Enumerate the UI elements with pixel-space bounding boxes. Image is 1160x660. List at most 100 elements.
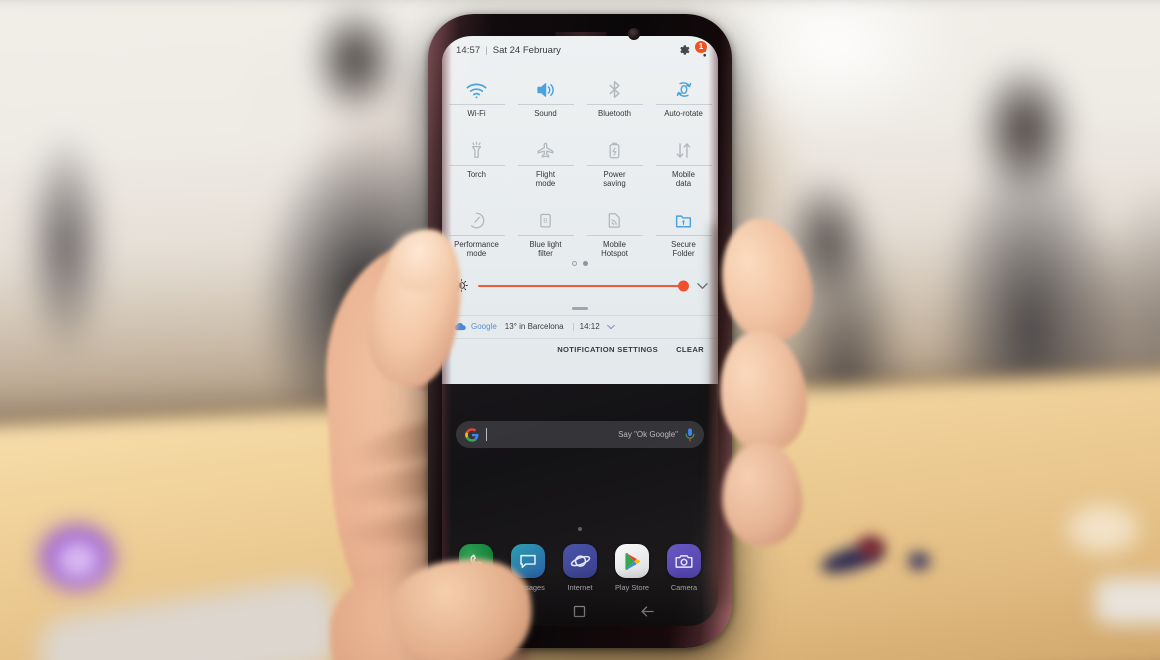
secure-folder-icon [674, 200, 693, 230]
svg-text:B: B [543, 217, 548, 224]
tile-blue-light-filter[interactable]: B Blue light filter [511, 195, 580, 259]
dock-app-label: Internet [567, 583, 593, 592]
wifi-icon [466, 69, 487, 99]
battery-icon [607, 130, 622, 160]
tile-label: Sound [534, 109, 557, 118]
tile-divider [586, 234, 643, 236]
clear-button[interactable]: CLEAR [676, 345, 704, 354]
table-highlight-blur [1068, 505, 1138, 553]
google-search-bar[interactable]: Say "Ok Google" [456, 421, 704, 448]
notification-time: 14:12 [579, 322, 600, 332]
quick-settings-page-dots [442, 260, 718, 266]
blue-light-icon: B [538, 200, 553, 230]
dock-app-play-store[interactable]: Play Store [609, 544, 655, 592]
quick-settings-panel: 14:57 | Sat 24 February 1 Wi-Fi Sound Bl… [442, 36, 718, 384]
tile-torch[interactable]: Torch [442, 125, 511, 189]
home-page-indicator [578, 527, 582, 531]
tile-divider [586, 164, 643, 166]
dock-app-internet[interactable]: Internet [557, 544, 603, 592]
tile-divider [448, 104, 505, 105]
tile-divider [655, 164, 712, 166]
phone-screen: 14:57 | Sat 24 February 1 Wi-Fi Sound Bl… [442, 36, 718, 626]
status-date: Sat 24 February [492, 44, 561, 56]
notification-google-weather[interactable]: Google 13° in Barcelona | 14:12 [442, 316, 718, 338]
google-g-icon [465, 427, 479, 442]
quick-settings-row-1: Wi-Fi Sound Bluetooth Auto-rotate [442, 64, 718, 119]
flashlight-icon [469, 130, 484, 160]
tile-divider [448, 234, 505, 236]
tile-divider [517, 104, 574, 105]
table-object-blur [858, 536, 884, 558]
tile-label: Torch [466, 169, 487, 179]
play-triangle-icon [615, 544, 649, 578]
quick-settings-row-2: Torch Flight mode Power saving Mobile da… [442, 125, 718, 189]
notification-badge: 1 [695, 41, 707, 53]
tile-secure-folder[interactable]: Secure Folder [649, 195, 718, 259]
tile-divider [655, 234, 712, 236]
tile-divider [586, 104, 643, 105]
gear-icon[interactable] [678, 44, 690, 56]
tile-label: Mobile data [672, 169, 695, 189]
table-object-blur [908, 552, 930, 570]
notification-text: 13° in Barcelona [504, 322, 564, 332]
brightness-thumb[interactable] [678, 280, 689, 292]
page-dot-inactive[interactable] [572, 260, 577, 266]
photo-scene: 14:57 | Sat 24 February 1 Wi-Fi Sound Bl… [0, 0, 1160, 660]
tile-divider [655, 104, 712, 105]
chevron-down-icon[interactable] [697, 282, 708, 290]
tile-mobile-data[interactable]: Mobile data [649, 125, 718, 189]
search-hint: Say "Ok Google" [618, 430, 678, 439]
tile-auto-rotate[interactable]: Auto-rotate [649, 64, 718, 119]
tile-label: Performance mode [454, 239, 499, 259]
purple-light-core [56, 540, 100, 580]
status-separator: | [485, 44, 488, 56]
dock-app-label: Camera [670, 583, 698, 592]
chevron-down-icon[interactable] [606, 324, 615, 330]
tile-bluetooth[interactable]: Bluetooth [580, 64, 649, 119]
bluetooth-icon [607, 69, 622, 99]
speedometer-icon [467, 200, 486, 230]
speaker-icon [535, 69, 556, 99]
camera-icon [667, 544, 701, 578]
tile-label: Power saving [603, 169, 626, 189]
status-time: 14:57 [456, 44, 481, 56]
tile-divider [517, 234, 574, 236]
earpiece-speaker [555, 32, 607, 36]
tile-label: Bluetooth [598, 109, 631, 118]
tile-label: Secure Folder [671, 239, 696, 259]
notification-settings-button[interactable]: NOTIFICATION SETTINGS [557, 345, 658, 354]
tile-wifi[interactable]: Wi-Fi [442, 64, 511, 119]
dock-app-label: Play Store [614, 583, 650, 592]
tile-divider [448, 164, 505, 166]
dock-app-camera[interactable]: Camera [661, 544, 707, 592]
smartphone-device: 14:57 | Sat 24 February 1 Wi-Fi Sound Bl… [428, 14, 732, 648]
tile-label: Mobile Hotspot [601, 239, 628, 259]
status-bar: 14:57 | Sat 24 February 1 [442, 36, 718, 64]
tile-sound[interactable]: Sound [511, 64, 580, 119]
notification-app-name: Google [471, 322, 497, 332]
table-object-blur [1095, 578, 1160, 624]
notification-actions: NOTIFICATION SETTINGS CLEAR [442, 339, 718, 361]
microphone-icon[interactable] [685, 427, 695, 442]
tile-label: Wi-Fi [467, 109, 486, 118]
auto-rotate-icon [674, 69, 694, 99]
notification-divider: | [572, 322, 575, 332]
home-square-icon[interactable] [573, 605, 586, 623]
brightness-track[interactable] [478, 280, 689, 292]
quick-settings-row-3: Performance mode B Blue light filter Mob… [442, 195, 718, 259]
tile-flight-mode[interactable]: Flight mode [511, 125, 580, 189]
tile-label: Flight mode [535, 169, 556, 189]
tile-mobile-hotspot[interactable]: Mobile Hotspot [580, 195, 649, 259]
brightness-slider-row[interactable] [442, 271, 718, 301]
data-arrows-icon [674, 130, 693, 160]
page-dot-active[interactable] [583, 260, 588, 266]
tile-power-saving[interactable]: Power saving [580, 125, 649, 189]
tile-label: Blue light filter [529, 239, 562, 259]
airplane-icon [535, 130, 556, 160]
back-arrow-icon[interactable] [640, 605, 655, 623]
hotspot-icon [606, 200, 623, 230]
panel-drag-handle[interactable] [572, 306, 588, 310]
tile-label: Auto-rotate [664, 109, 703, 118]
tile-divider [517, 164, 574, 166]
front-camera [628, 28, 640, 40]
